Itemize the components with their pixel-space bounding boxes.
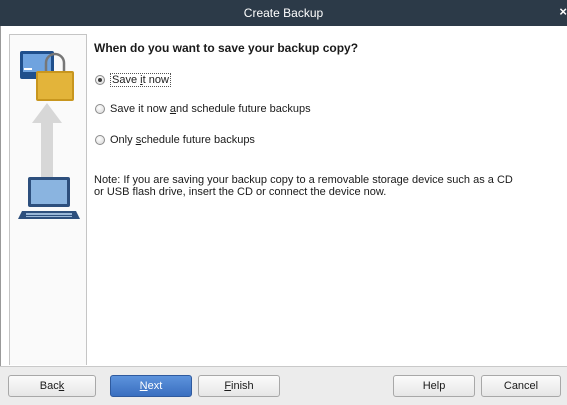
button-label: inish [231, 380, 254, 392]
finish-button[interactable]: Finish [198, 375, 280, 397]
label-text: t now [142, 74, 169, 86]
safe-deposit-icon [20, 51, 74, 101]
cancel-button[interactable]: Cancel [481, 375, 561, 397]
button-accel: N [139, 380, 148, 392]
button-bar: Back Next Finish Help Cancel [0, 366, 567, 405]
label-text: Only [110, 134, 136, 146]
option-save-now[interactable]: Save it now [95, 73, 171, 87]
next-button[interactable]: Next [110, 375, 192, 397]
label-text: Save it now [110, 103, 170, 115]
illustration-panel [9, 34, 87, 365]
radio-save-and-schedule[interactable] [95, 104, 105, 114]
note-line: or USB flash drive, insert the CD or con… [94, 186, 387, 198]
backup-question: When do you want to save your backup cop… [94, 41, 359, 55]
radio-schedule-only[interactable] [95, 135, 105, 145]
label-text: chedule future backups [141, 134, 255, 146]
label-text: Save [112, 74, 141, 86]
button-label: Bac [39, 380, 59, 392]
option-schedule-only-label: Only schedule future backups [110, 134, 255, 146]
label-text: nd schedule future backups [176, 103, 311, 115]
option-save-and-schedule[interactable]: Save it now and schedule future backups [95, 103, 311, 115]
removable-media-note: Note: If you are saving your backup copy… [94, 174, 514, 198]
note-line: Note: If you are saving your backup copy… [94, 174, 513, 186]
close-icon[interactable]: × [559, 4, 567, 19]
laptop-icon [18, 177, 80, 219]
button-label: ext [147, 380, 163, 392]
help-button[interactable]: Help [393, 375, 475, 397]
radio-save-now[interactable] [95, 75, 105, 85]
option-save-now-label: Save it now [110, 73, 171, 87]
button-accel: k [58, 380, 65, 392]
dialog-content: When do you want to save your backup cop… [0, 26, 567, 366]
title-bar: Create Backup × [0, 0, 567, 26]
back-button[interactable]: Back [8, 375, 96, 397]
option-save-and-schedule-label: Save it now and schedule future backups [110, 103, 311, 115]
window-title: Create Backup [243, 6, 324, 20]
option-schedule-only[interactable]: Only schedule future backups [95, 134, 255, 146]
backup-illustration [18, 51, 80, 219]
